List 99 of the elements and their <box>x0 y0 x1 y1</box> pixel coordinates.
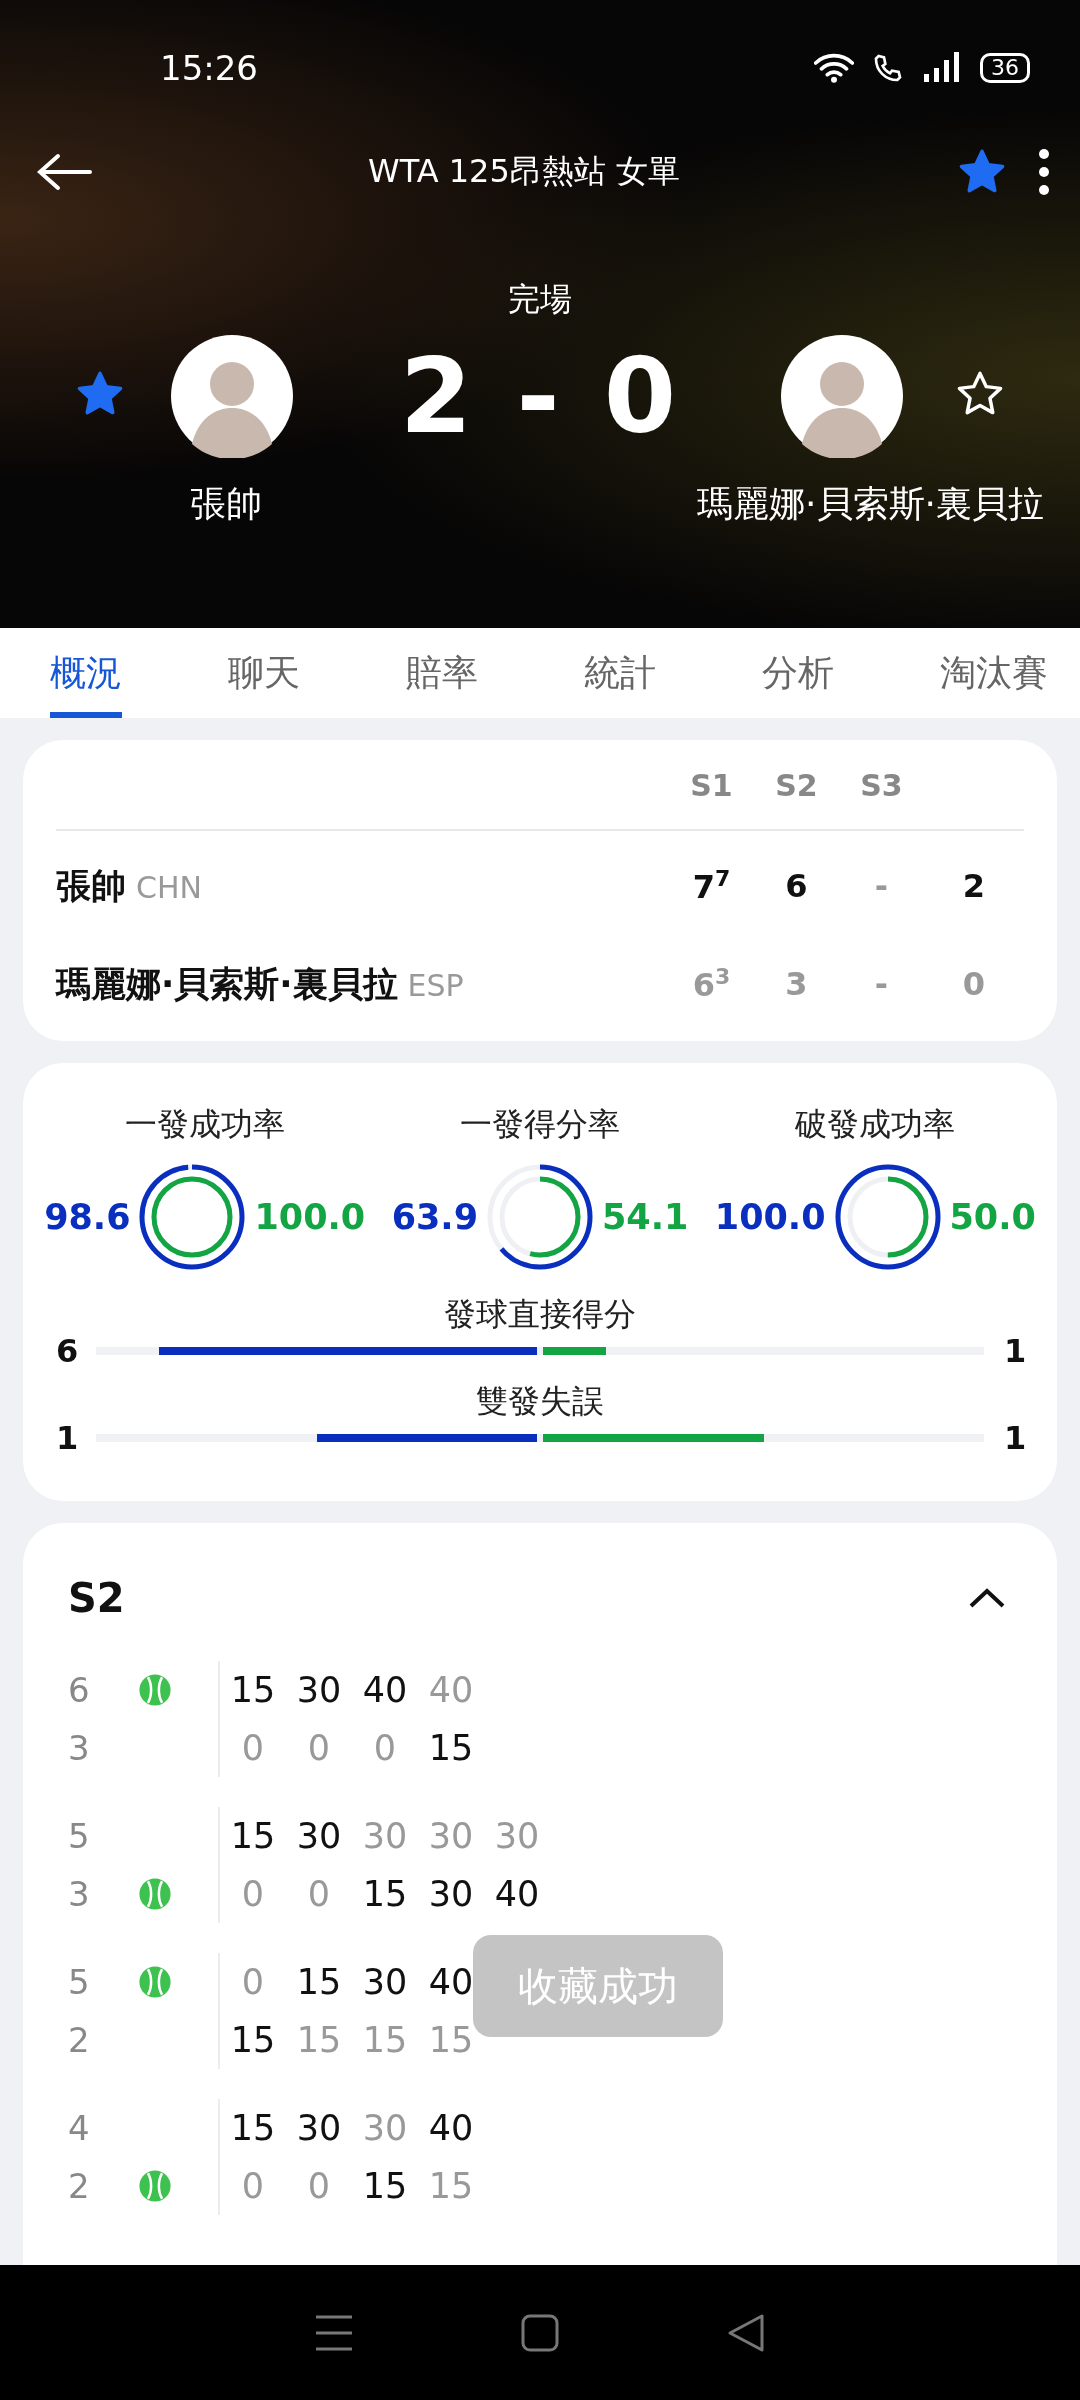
game-count: 2 <box>68 2020 90 2061</box>
stat-label: 雙發失誤 <box>476 1384 604 1420</box>
back-button[interactable] <box>36 152 92 192</box>
tennis-ball-icon <box>138 2169 172 2204</box>
point-score: 0 <box>306 2165 332 2209</box>
game-count: 5 <box>68 1816 90 1857</box>
stat-value: 98.6 <box>44 1197 131 1237</box>
point-score: 0 <box>240 1727 266 1771</box>
game-count: 5 <box>68 1962 90 2003</box>
point-score: 15 <box>427 2165 475 2209</box>
point-score: 15 <box>361 2165 409 2209</box>
stat-label: 一發成功率 <box>124 1104 285 1145</box>
total-score: 2 <box>961 867 987 905</box>
set-score: 3 <box>784 965 809 1003</box>
point-score: 30 <box>493 1815 541 1859</box>
point-score: 30 <box>361 2107 409 2151</box>
stat-value: 54.1 <box>602 1197 689 1237</box>
stat-value: 100.0 <box>714 1197 826 1237</box>
column-header: S1 <box>689 768 734 803</box>
point-score: 40 <box>427 2107 475 2151</box>
set-score: 6 <box>784 867 809 905</box>
set-score: - <box>873 867 890 905</box>
point-score: 15 <box>361 1873 409 1917</box>
tennis-ball-icon <box>138 1965 172 2000</box>
stat-label: 發球直接得分 <box>444 1297 636 1333</box>
point-score: 30 <box>361 1815 409 1859</box>
country-code: ESP <box>407 967 464 1003</box>
point-score: 40 <box>427 1961 475 2005</box>
game-count: 3 <box>68 1874 90 1915</box>
wifi-icon <box>814 52 854 84</box>
stat-value: 1 <box>56 1419 76 1458</box>
player-name: 張帥 <box>56 864 126 908</box>
set-title: S2 <box>68 1575 125 1622</box>
player-name: 瑪麗娜·貝索斯·裏貝拉 <box>56 962 398 1006</box>
stat-label: 破發成功率 <box>795 1104 956 1145</box>
stat-label: 一發得分率 <box>460 1104 620 1145</box>
game-count: 2 <box>68 2166 90 2207</box>
point-score: 0 <box>306 1873 332 1917</box>
column-header: S3 <box>859 768 904 803</box>
tab[interactable]: 分析 <box>762 628 834 718</box>
game-count: 4 <box>68 2108 90 2149</box>
point-score: 0 <box>372 1727 398 1771</box>
more-icon[interactable] <box>1038 148 1050 196</box>
tab[interactable]: 概況 <box>50 628 122 718</box>
stat-value: 50.0 <box>949 1197 1036 1237</box>
match-status: 完場 <box>508 279 572 320</box>
battery-indicator: 36 <box>980 53 1030 83</box>
stat-value: 100.0 <box>254 1197 366 1237</box>
stat-value: 63.9 <box>391 1197 478 1237</box>
tennis-ball-icon <box>138 1673 172 1708</box>
point-score: 30 <box>295 1815 343 1859</box>
point-score: 30 <box>295 1669 343 1713</box>
toast-message: 收藏成功 <box>473 1935 723 2038</box>
column-header: S2 <box>774 768 819 803</box>
point-score: 15 <box>427 1727 475 1771</box>
point-score: 30 <box>427 1815 475 1859</box>
stat-value: 1 <box>1004 1332 1024 1371</box>
tab[interactable]: 賠率 <box>406 628 478 718</box>
point-score: 15 <box>229 1815 277 1859</box>
set-score: 7$^{7}$ <box>691 866 732 906</box>
point-score: 0 <box>240 1873 266 1917</box>
player-name: 張帥 <box>189 482 262 526</box>
match-title: WTA 125昂熱站 女單 <box>367 151 681 192</box>
point-score: 15 <box>361 2019 409 2063</box>
total-score: 0 <box>961 965 987 1003</box>
point-score: 15 <box>295 2019 343 2063</box>
point-score: 30 <box>427 1873 475 1917</box>
player-name: 瑪麗娜·貝索斯·裏貝拉 <box>697 482 1045 526</box>
back-icon[interactable] <box>726 2312 767 2353</box>
set-score: - <box>873 965 890 1003</box>
tennis-ball-icon <box>138 1877 172 1912</box>
point-score: 40 <box>427 1669 475 1713</box>
set-score: 6$^{3}$ <box>691 964 732 1004</box>
point-score: 15 <box>295 1961 343 2005</box>
call-icon <box>872 52 904 84</box>
tab[interactable]: 統計 <box>584 628 656 718</box>
stat-value: 1 <box>1004 1419 1024 1458</box>
point-score: 15 <box>229 2019 277 2063</box>
point-score: 40 <box>493 1873 541 1917</box>
point-score: 30 <box>295 2107 343 2151</box>
signal-icon <box>922 52 962 84</box>
point-score: 15 <box>229 2107 277 2151</box>
point-score: 0 <box>240 1961 266 2005</box>
menu-icon[interactable] <box>313 2313 354 2352</box>
stat-value: 6 <box>56 1332 76 1371</box>
point-score: 15 <box>427 2019 475 2063</box>
point-score: 30 <box>361 1961 409 2005</box>
point-score: 0 <box>306 1727 332 1771</box>
game-count: 3 <box>68 1728 90 1769</box>
point-score: 0 <box>240 2165 266 2209</box>
tab[interactable]: 聊天 <box>228 628 300 718</box>
home-icon[interactable] <box>521 2313 559 2352</box>
tab[interactable]: 淘汰賽 <box>940 628 1048 718</box>
country-code: CHN <box>136 869 202 905</box>
game-count: 6 <box>68 1670 90 1711</box>
point-score: 15 <box>229 1669 277 1713</box>
status-time: 15:26 <box>160 48 258 88</box>
match-score: 2 - 0 <box>398 335 682 457</box>
point-score: 40 <box>361 1669 409 1713</box>
